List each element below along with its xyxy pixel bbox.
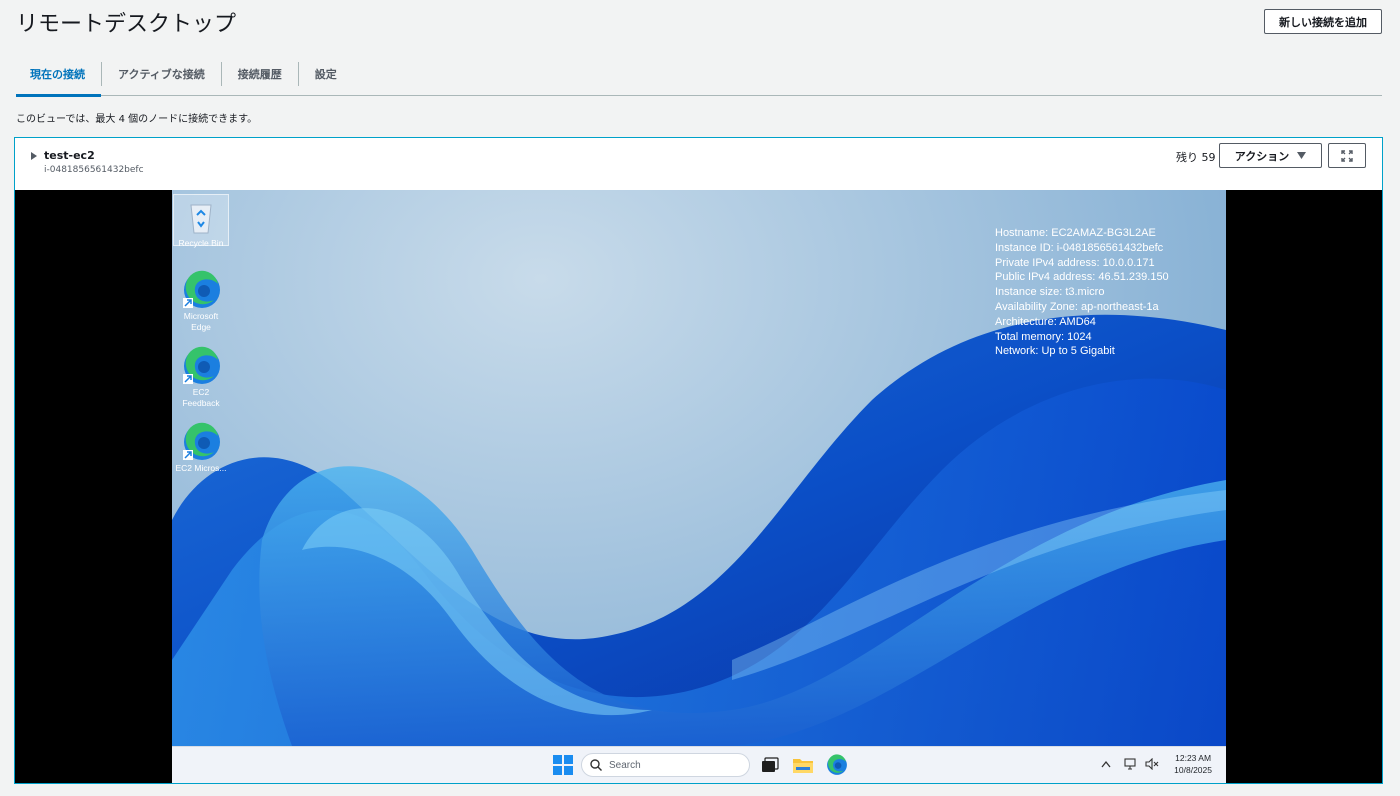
windows-start-icon[interactable] — [552, 754, 574, 776]
fullscreen-button[interactable] — [1328, 143, 1366, 168]
desktop-icon-label: EC2 Micros... — [175, 463, 227, 473]
desktop-icon-label: EC2 Feedback — [182, 387, 220, 408]
action-dropdown-button[interactable]: アクション — [1219, 143, 1322, 168]
expand-icon — [1341, 149, 1353, 162]
action-label: アクション — [1234, 149, 1290, 163]
recycle-bin-icon — [181, 197, 221, 237]
edge-icon — [181, 346, 221, 386]
sysinfo-instance-id: Instance ID: i-0481856561432befc — [995, 241, 1164, 254]
add-connection-button[interactable]: 新しい接続を追加 — [1264, 9, 1382, 34]
task-view-icon[interactable] — [759, 754, 781, 776]
taskbar-search-box[interactable]: Search — [581, 753, 750, 777]
desktop-icon-label: Recycle Bin — [178, 238, 224, 248]
desktop-icon-ec2-feedback[interactable]: EC2 Feedback — [173, 344, 229, 409]
tab-connection-history[interactable]: 接続履歴 — [222, 52, 298, 96]
instance-id: i-0481856561432befc — [44, 165, 144, 175]
remote-desktop[interactable]: Hostname: EC2AMAZ-BG3L2AE Instance ID: i… — [172, 190, 1226, 783]
desktop-icon-recycle-bin[interactable]: Recycle Bin — [173, 194, 229, 248]
desktop-icon-microsoft-edge[interactable]: Microsoft Edge — [173, 268, 229, 333]
tab-settings[interactable]: 設定 — [299, 52, 353, 96]
page-title: リモートデスクトップ — [16, 12, 237, 37]
edge-icon — [181, 270, 221, 310]
taskbar-edge-icon[interactable] — [826, 754, 848, 776]
tab-current-connections[interactable]: 現在の接続 — [16, 52, 101, 97]
caret-down-icon — [1297, 152, 1307, 159]
session-header: test-ec2 i-0481856561432befc 残り 59 分 アクシ… — [15, 138, 1382, 190]
info-text: このビューでは、最大 4 個のノードに接続できます。 — [16, 114, 258, 125]
taskbar-clock[interactable]: 12:23 AM 10/8/2025 — [1174, 752, 1212, 776]
expand-caret-icon[interactable] — [31, 152, 37, 160]
network-status-icon[interactable] — [1124, 758, 1138, 773]
sysinfo-total-memory: Total memory: 1024 — [995, 330, 1092, 343]
tab-bar: 現在の接続 アクティブな接続 接続履歴 設定 — [16, 52, 1382, 97]
taskbar-search-placeholder: Search — [609, 759, 641, 771]
tab-active-connections[interactable]: アクティブな接続 — [102, 52, 221, 96]
sysinfo-private-ip: Private IPv4 address: 10.0.0.171 — [995, 256, 1155, 269]
instance-name[interactable]: test-ec2 — [44, 149, 95, 162]
remote-screen[interactable]: Hostname: EC2AMAZ-BG3L2AE Instance ID: i… — [15, 190, 1382, 783]
system-info-overlay: Hostname: EC2AMAZ-BG3L2AE Instance ID: i… — [995, 226, 1169, 359]
search-icon — [590, 759, 602, 771]
windows-taskbar: Search 12:23 AM 10/8/2025 — [172, 746, 1226, 783]
sysinfo-architecture: Architecture: AMD64 — [995, 315, 1096, 328]
tray-chevron-up-icon[interactable] — [1101, 758, 1111, 771]
desktop-icon-ec2-microsoft[interactable]: EC2 Micros... — [173, 420, 229, 474]
sysinfo-hostname: Hostname: EC2AMAZ-BG3L2AE — [995, 227, 1156, 239]
clock-time: 12:23 AM — [1175, 753, 1212, 763]
edge-icon — [181, 422, 221, 462]
sysinfo-public-ip: Public IPv4 address: 46.51.239.150 — [995, 271, 1169, 284]
desktop-icon-label: Microsoft Edge — [183, 311, 219, 332]
session-panel: test-ec2 i-0481856561432befc 残り 59 分 アクシ… — [14, 137, 1383, 784]
sysinfo-availability-zone: Availability Zone: ap-northeast-1a — [995, 300, 1159, 313]
sysinfo-instance-size: Instance size: t3.micro — [995, 286, 1105, 299]
file-explorer-icon[interactable] — [792, 754, 814, 776]
sysinfo-network: Network: Up to 5 Gigabit — [995, 345, 1115, 358]
volume-muted-icon[interactable] — [1145, 757, 1159, 773]
clock-date: 10/8/2025 — [1174, 765, 1212, 775]
